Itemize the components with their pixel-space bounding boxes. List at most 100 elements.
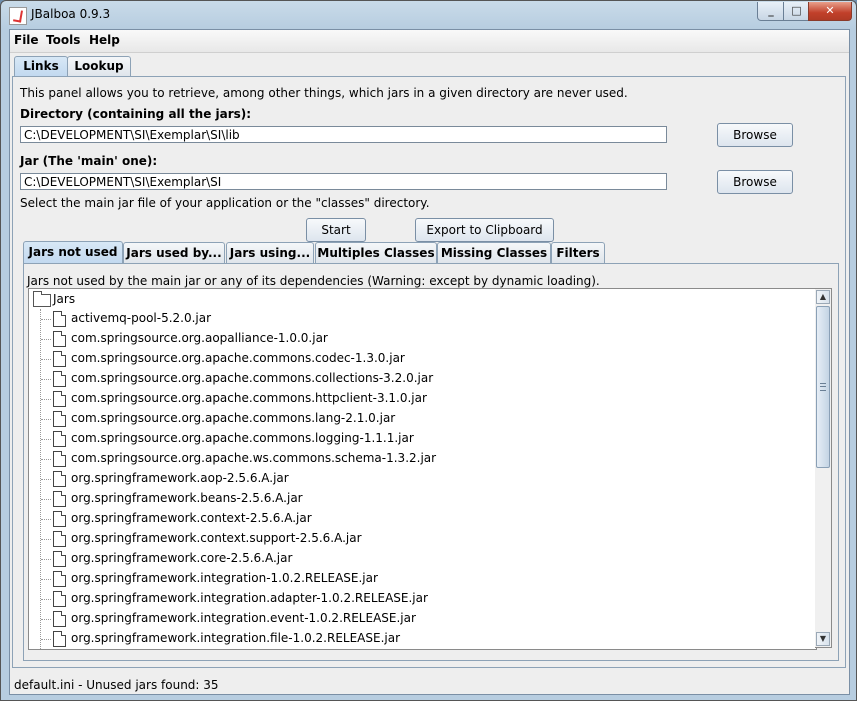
- file-icon: [53, 411, 66, 427]
- tree-item-label: com.springsource.org.apache.commons.http…: [71, 391, 427, 405]
- close-icon: ✕: [825, 4, 835, 17]
- tab-jars-using[interactable]: Jars using...: [226, 242, 314, 263]
- file-icon: [53, 631, 66, 647]
- jar-field[interactable]: C:\DEVELOPMENT\SI\Exemplar\SI: [20, 173, 667, 190]
- file-icon: [53, 571, 66, 587]
- tree-item-label: org.springframework.context-2.5.6.A.jar: [71, 511, 312, 525]
- tab-multiples-classes[interactable]: Multiples Classes: [315, 242, 437, 263]
- window-title: JBalboa 0.9.3: [31, 7, 111, 21]
- tree-vertical-scrollbar[interactable]: ▲ ▼: [815, 288, 832, 648]
- scroll-thumb[interactable]: [816, 306, 830, 468]
- tab-jars-not-used[interactable]: Jars not used: [23, 241, 123, 264]
- browse-directory-button[interactable]: Browse: [717, 123, 793, 147]
- tree-item-label: com.springsource.org.apache.ws.commons.s…: [71, 451, 437, 465]
- scroll-up-arrow-icon[interactable]: ▲: [816, 290, 830, 304]
- jars-not-used-panel: Jars not used by the main jar or any of …: [23, 263, 839, 661]
- tree-connector: [41, 319, 51, 320]
- tree-item-label: org.springframework.aop-2.5.6.A.jar: [71, 471, 289, 485]
- tree-item-label: activemq-pool-5.2.0.jar: [71, 311, 212, 325]
- tree-connector: [41, 599, 51, 600]
- java-app-icon: [9, 7, 27, 25]
- tree-item-label: org.springframework.integration.adapter-…: [71, 591, 428, 605]
- tree-connector: [41, 519, 51, 520]
- tree-item[interactable]: com.springsource.org.aopalliance-1.0.0.j…: [41, 329, 801, 349]
- directory-field[interactable]: C:\DEVELOPMENT\SI\Exemplar\SI\lib: [20, 126, 667, 143]
- tree-item[interactable]: com.springsource.org.apache.commons.lang…: [41, 409, 801, 429]
- tree-item[interactable]: com.springsource.org.apache.commons.logg…: [41, 429, 801, 449]
- tree-item[interactable]: org.springframework.integration-1.0.2.RE…: [41, 569, 801, 589]
- tab-missing-classes[interactable]: Missing Classes: [437, 242, 551, 263]
- tree-item[interactable]: com.springsource.org.apache.commons.http…: [41, 389, 801, 409]
- tree-item-label: com.springsource.org.apache.commons.code…: [71, 351, 405, 365]
- tree-connector: [41, 439, 51, 440]
- tree-item-label: com.springsource.org.apache.commons.logg…: [71, 431, 414, 445]
- tree-connector: [41, 479, 51, 480]
- file-icon: [53, 451, 66, 467]
- tree-connector: [41, 359, 51, 360]
- folder-icon: [33, 291, 51, 307]
- tree-item-label: com.springsource.org.apache.commons.lang…: [71, 411, 396, 425]
- tree-item-label: org.springframework.context.support-2.5.…: [71, 531, 362, 545]
- file-icon: [53, 311, 66, 327]
- menu-help[interactable]: Help: [89, 33, 120, 47]
- tree-item-label: com.springsource.org.aopalliance-1.0.0.j…: [71, 331, 328, 345]
- file-icon: [53, 371, 66, 387]
- tree-connector: [41, 459, 51, 460]
- tree-item[interactable]: org.springframework.beans-2.5.6.A.jar: [41, 489, 801, 509]
- menu-file[interactable]: File: [14, 33, 39, 47]
- tree-item[interactable]: org.springframework.context-2.5.6.A.jar: [41, 509, 801, 529]
- tree-item[interactable]: org.springframework.integration.file-1.0…: [41, 629, 801, 649]
- menu-bar: File Tools Help: [10, 30, 849, 53]
- intro-text: This panel allows you to retrieve, among…: [20, 86, 628, 100]
- start-button[interactable]: Start: [306, 218, 366, 242]
- jars-tree[interactable]: Jars activemq-pool-5.2.0.jar com.springso…: [28, 288, 817, 650]
- tree-item[interactable]: org.springframework.aop-2.5.6.A.jar: [41, 469, 801, 489]
- tree-item[interactable]: com.springsource.org.apache.commons.code…: [41, 349, 801, 369]
- scroll-down-arrow-icon[interactable]: ▼: [816, 632, 830, 646]
- tree-connector: [41, 639, 51, 640]
- file-icon: [53, 531, 66, 547]
- maximize-icon: □: [791, 4, 802, 17]
- scroll-grip-icon: [820, 383, 826, 391]
- status-bar: default.ini - Unused jars found: 35: [14, 678, 219, 692]
- tab-jars-used-by[interactable]: Jars used by...: [123, 242, 225, 263]
- tree-connector: [41, 399, 51, 400]
- file-icon: [53, 471, 66, 487]
- maximize-button[interactable]: □: [783, 2, 810, 21]
- file-icon: [53, 431, 66, 447]
- links-panel: This panel allows you to retrieve, among…: [12, 76, 846, 668]
- tree-connector: [41, 539, 51, 540]
- jar-label: Jar (The 'main' one):: [20, 154, 158, 168]
- tree-item-label: org.springframework.integration.file-1.0…: [71, 631, 401, 645]
- tab-links[interactable]: Links: [14, 56, 68, 77]
- tree-item[interactable]: org.springframework.context.support-2.5.…: [41, 529, 801, 549]
- close-button[interactable]: ✕: [808, 2, 852, 21]
- tree-connector: [41, 339, 51, 340]
- file-icon: [53, 551, 66, 567]
- tree-item[interactable]: com.springsource.org.apache.ws.commons.s…: [41, 449, 801, 469]
- minimize-button[interactable]: _: [757, 2, 785, 21]
- tab-filters[interactable]: Filters: [551, 242, 605, 263]
- tree-item[interactable]: org.springframework.integration.event-1.…: [41, 609, 801, 629]
- file-icon: [53, 391, 66, 407]
- tree-root-label: Jars: [53, 292, 76, 306]
- tree-connector: [41, 379, 51, 380]
- file-icon: [53, 511, 66, 527]
- tree-connector: [41, 619, 51, 620]
- tree-item[interactable]: com.springsource.org.apache.commons.coll…: [41, 369, 801, 389]
- tree-item[interactable]: org.springframework.core-2.5.6.A.jar: [41, 549, 801, 569]
- tree-item[interactable]: org.springframework.integration.adapter-…: [41, 589, 801, 609]
- tree-item-label: org.springframework.core-2.5.6.A.jar: [71, 551, 293, 565]
- export-to-clipboard-button[interactable]: Export to Clipboard: [415, 218, 554, 242]
- file-icon: [53, 331, 66, 347]
- file-icon: [53, 351, 66, 367]
- title-bar[interactable]: JBalboa 0.9.3 _ □ ✕: [1, 1, 856, 29]
- tab-lookup[interactable]: Lookup: [67, 56, 131, 76]
- tree-item-label: com.springsource.org.apache.commons.coll…: [71, 371, 434, 385]
- menu-tools[interactable]: Tools: [46, 33, 80, 47]
- tree-connector: [41, 499, 51, 500]
- tree-connector: [41, 579, 51, 580]
- browse-jar-button[interactable]: Browse: [717, 170, 793, 194]
- tree-connector: [41, 559, 51, 560]
- tree-item[interactable]: activemq-pool-5.2.0.jar: [41, 309, 801, 329]
